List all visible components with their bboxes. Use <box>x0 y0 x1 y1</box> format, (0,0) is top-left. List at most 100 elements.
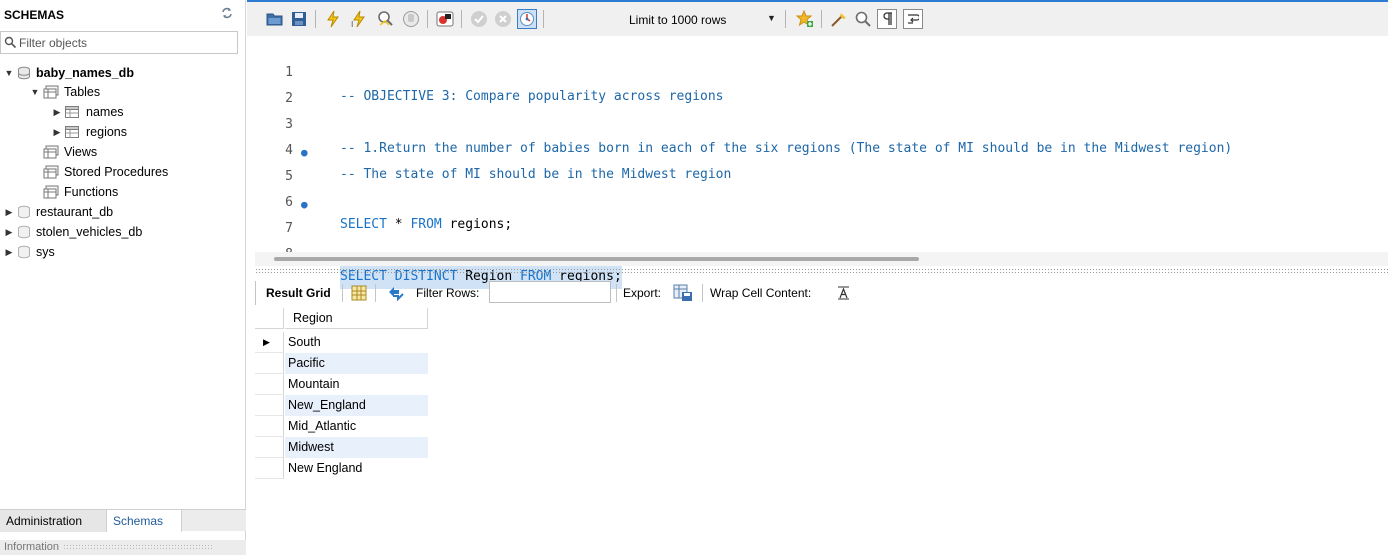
table-row[interactable]: New_England <box>255 395 428 416</box>
stored-procedures-folder[interactable]: Stored Procedures <box>43 162 168 182</box>
database-icon <box>18 205 30 219</box>
schema-item-sys[interactable]: ▶ sys <box>4 242 55 262</box>
refresh-rows-icon[interactable] <box>387 285 405 301</box>
sql-editor[interactable]: 1 -- OBJECTIVE 3: Compare popularity acr… <box>247 36 1388 289</box>
collapsed-arrow-icon[interactable]: ▶ <box>4 227 14 237</box>
collapsed-arrow-icon[interactable]: ▶ <box>4 207 14 217</box>
table-cell[interactable]: New_England <box>285 395 428 416</box>
explain-icon[interactable] <box>375 9 395 29</box>
procedures-folder-icon <box>43 165 59 179</box>
invisible-chars-icon[interactable] <box>877 9 897 29</box>
tables-folder[interactable]: ▼ Tables <box>30 82 101 102</box>
table-cell[interactable]: Mountain <box>285 374 428 395</box>
stop-icon[interactable] <box>401 9 421 29</box>
collapsed-arrow-icon[interactable]: ▶ <box>4 247 14 257</box>
schema-name: sys <box>36 245 55 259</box>
commit-icon[interactable] <box>469 9 489 29</box>
current-row-arrow-icon: ▶ <box>263 337 270 347</box>
schema-item-stolen-vehicles-db[interactable]: ▶ stolen_vehicles_db <box>4 222 143 242</box>
row-indicator[interactable] <box>255 458 284 479</box>
expanded-arrow-icon[interactable]: ▼ <box>4 68 14 78</box>
tab-administration[interactable]: Administration <box>0 510 106 532</box>
code-line[interactable]: 6 <box>247 167 1388 210</box>
wrap-cell-content-icon[interactable] <box>837 286 851 300</box>
save-icon[interactable] <box>289 9 309 29</box>
result-grid-tab[interactable]: Result Grid <box>266 286 331 300</box>
table-cell[interactable]: New England <box>285 458 428 479</box>
toggle-error-icon[interactable] <box>435 9 455 29</box>
statement-marker-icon: ● <box>301 198 308 211</box>
code-line[interactable]: 8 <box>247 219 1388 262</box>
navigator-tabs: Administration Schemas <box>0 509 246 532</box>
tables-folder-icon <box>43 85 59 99</box>
limit-rows-select[interactable]: Limit to 1000 rows ▼ <box>629 11 779 29</box>
execute-icon[interactable] <box>323 9 343 29</box>
editor-scroll-thumb[interactable] <box>274 257 919 261</box>
open-folder-icon[interactable] <box>265 9 285 29</box>
code-line[interactable]: 1 -- OBJECTIVE 3: Compare popularity acr… <box>247 37 1388 104</box>
result-toolbar: Result Grid Filter Rows: Export: Wrap Ce… <box>255 281 1388 305</box>
export-icon[interactable] <box>673 284 693 302</box>
functions-folder[interactable]: Functions <box>43 182 118 202</box>
schema-name: restaurant_db <box>36 205 114 219</box>
panel-splitter[interactable] <box>255 268 1388 274</box>
filter-objects-field[interactable] <box>0 31 238 54</box>
table-item-names[interactable]: ▶ names <box>52 102 124 122</box>
table-row[interactable]: Pacific <box>255 353 428 374</box>
word-wrap-icon[interactable] <box>903 9 923 29</box>
schema-navigator: SCHEMAS ▼ baby_names_db ▼ <box>0 0 246 555</box>
row-indicator[interactable] <box>255 353 284 374</box>
stored-procedures-label: Stored Procedures <box>64 165 169 179</box>
information-panel-header[interactable]: Information <box>0 540 246 555</box>
column-header-region[interactable]: Region <box>285 308 428 329</box>
svg-text:I: I <box>351 20 353 28</box>
row-indicator[interactable] <box>255 395 284 416</box>
refresh-icon[interactable] <box>220 6 234 20</box>
row-indicator[interactable]: ▶ <box>255 332 284 353</box>
schemas-title: SCHEMAS <box>4 8 65 22</box>
table-item-regions[interactable]: ▶ regions <box>52 122 127 142</box>
code-line[interactable]: 7 ● SELECT DISTINCT Region FROM regions; <box>247 193 1388 289</box>
table-name: regions <box>86 125 127 139</box>
table-cell[interactable]: Midwest <box>285 437 428 458</box>
table-cell[interactable]: Mid_Atlantic <box>285 416 428 437</box>
table-name: names <box>86 105 124 119</box>
table-row[interactable]: ▶ South <box>255 332 428 353</box>
code-line[interactable]: 3 -- 1.Return the number of babies born … <box>247 89 1388 156</box>
table-cell[interactable]: South <box>285 332 428 353</box>
filter-rows-input[interactable] <box>489 281 611 303</box>
functions-folder-icon <box>43 185 59 199</box>
rollback-icon[interactable] <box>493 9 513 29</box>
database-icon <box>18 225 30 239</box>
drag-handle[interactable] <box>63 544 214 551</box>
find-icon[interactable] <box>853 9 873 29</box>
row-header-corner[interactable] <box>255 308 284 329</box>
code-line[interactable]: 5 ● SELECT * FROM regions; <box>247 141 1388 232</box>
autocommit-icon[interactable] <box>517 9 537 29</box>
execute-current-icon[interactable]: I <box>349 9 369 29</box>
code-line[interactable]: 4 -- The state of MI should be in the Mi… <box>247 115 1388 182</box>
limit-rows-value: Limit to 1000 rows <box>629 13 727 27</box>
tab-schemas[interactable]: Schemas <box>106 510 182 532</box>
collapsed-arrow-icon[interactable]: ▶ <box>52 127 62 137</box>
table-row[interactable]: New England <box>255 458 428 479</box>
add-snippet-icon[interactable] <box>795 9 815 29</box>
collapsed-arrow-icon[interactable]: ▶ <box>52 107 62 117</box>
expanded-arrow-icon[interactable]: ▼ <box>30 87 40 97</box>
table-cell[interactable]: Pacific <box>285 353 428 374</box>
views-folder[interactable]: Views <box>43 142 97 162</box>
row-indicator[interactable] <box>255 416 284 437</box>
row-indicator[interactable] <box>255 437 284 458</box>
schema-item-restaurant-db[interactable]: ▶ restaurant_db <box>4 202 114 222</box>
row-indicator[interactable] <box>255 374 284 395</box>
grid-view-icon[interactable] <box>351 285 367 301</box>
schema-item-baby-names-db[interactable]: ▼ baby_names_db <box>4 63 134 83</box>
grid-header-row: Region <box>255 308 428 329</box>
table-row[interactable]: Midwest <box>255 437 428 458</box>
filter-objects-input[interactable] <box>19 34 233 51</box>
table-row[interactable]: Mountain <box>255 374 428 395</box>
code-line[interactable]: 2 <box>247 63 1388 106</box>
beautify-icon[interactable] <box>829 9 849 29</box>
wrap-cell-content-label: Wrap Cell Content: <box>710 286 812 300</box>
table-row[interactable]: Mid_Atlantic <box>255 416 428 437</box>
